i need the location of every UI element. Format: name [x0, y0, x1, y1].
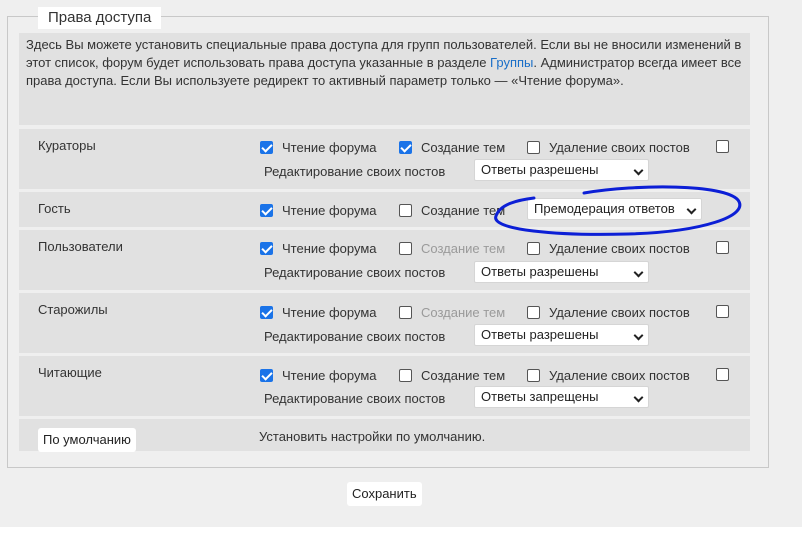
extra-checkbox[interactable]	[716, 241, 729, 254]
create-topics-option[interactable]: Создание тем	[399, 368, 505, 383]
create-topics-label: Создание тем	[421, 140, 506, 155]
create-topics-label: Создание тем	[421, 203, 506, 218]
read-forum-checkbox[interactable]	[260, 306, 273, 319]
delete-posts-label: Удаление своих постов	[549, 140, 690, 155]
create-topics-checkbox[interactable]	[399, 369, 412, 382]
chevron-down-icon	[633, 165, 644, 176]
read-forum-label: Чтение форума	[282, 140, 377, 155]
extra-option[interactable]	[716, 305, 738, 318]
group-row-veterans: Старожилы Чтение форума Создание тем Уда…	[19, 293, 750, 353]
group-row-users: Пользователи Чтение форума Создание тем …	[19, 230, 750, 290]
save-button[interactable]: Сохранить	[347, 482, 422, 506]
delete-posts-option[interactable]: Удаление своих постов	[527, 305, 690, 320]
default-button[interactable]: По умолчанию	[38, 428, 136, 452]
create-topics-option[interactable]: Создание тем	[399, 203, 505, 218]
delete-posts-label: Удаление своих постов	[549, 241, 690, 256]
extra-option[interactable]	[716, 241, 738, 254]
read-forum-checkbox[interactable]	[260, 204, 273, 217]
chevron-down-icon	[686, 204, 697, 215]
edit-posts-value: Ответы разрешены	[481, 264, 599, 279]
chevron-down-icon	[633, 392, 644, 403]
guest-moderation-value: Премодерация ответов	[534, 201, 675, 216]
guest-moderation-select[interactable]: Премодерация ответов	[527, 198, 702, 220]
delete-posts-label: Удаление своих постов	[549, 305, 690, 320]
defaults-text: Установить настройки по умолчанию.	[259, 429, 486, 444]
delete-posts-checkbox[interactable]	[527, 242, 540, 255]
extra-checkbox[interactable]	[716, 140, 729, 153]
group-row-curators: Кураторы Чтение форума Создание тем Удал…	[19, 129, 750, 189]
read-forum-label: Чтение форума	[282, 203, 377, 218]
edit-posts-select[interactable]: Ответы разрешены	[474, 324, 649, 346]
create-topics-checkbox[interactable]	[399, 204, 412, 217]
read-forum-checkbox[interactable]	[260, 242, 273, 255]
create-topics-checkbox[interactable]	[399, 306, 412, 319]
read-forum-option[interactable]: Чтение форума	[260, 203, 377, 218]
group-name: Гость	[38, 201, 71, 216]
access-notice: Здесь Вы можете установить специальные п…	[19, 33, 750, 125]
extra-checkbox[interactable]	[716, 305, 729, 318]
edit-posts-label: Редактирование своих постов	[264, 265, 446, 280]
edit-posts-label: Редактирование своих постов	[264, 164, 446, 179]
chevron-down-icon	[633, 330, 644, 341]
delete-posts-option[interactable]: Удаление своих постов	[527, 140, 690, 155]
edit-posts-select[interactable]: Ответы разрешены	[474, 159, 649, 181]
create-topics-checkbox[interactable]	[399, 242, 412, 255]
read-forum-checkbox[interactable]	[260, 369, 273, 382]
fieldset-legend: Права доступа	[38, 7, 162, 29]
read-forum-label: Чтение форума	[282, 241, 377, 256]
page-bottom-strip	[0, 527, 802, 536]
group-name: Пользователи	[38, 239, 123, 254]
edit-posts-select[interactable]: Ответы разрешены	[474, 261, 649, 283]
extra-option[interactable]	[716, 140, 738, 153]
read-forum-label: Чтение форума	[282, 305, 377, 320]
groups-link[interactable]: Группы	[490, 55, 533, 70]
delete-posts-option[interactable]: Удаление своих постов	[527, 368, 690, 383]
defaults-row: По умолчанию Установить настройки по умо…	[19, 419, 750, 452]
group-name: Старожилы	[38, 302, 108, 317]
group-row-guest: Гость Чтение форума Создание тем Премоде…	[19, 192, 750, 227]
create-topics-label: Создание тем	[421, 368, 506, 383]
extra-checkbox[interactable]	[716, 368, 729, 381]
group-name: Читающие	[38, 365, 102, 380]
read-forum-option[interactable]: Чтение форума	[260, 241, 377, 256]
group-row-readers: Читающие Чтение форума Создание тем Удал…	[19, 356, 750, 416]
extra-option[interactable]	[716, 368, 738, 381]
delete-posts-option[interactable]: Удаление своих постов	[527, 241, 690, 256]
read-forum-option[interactable]: Чтение форума	[260, 368, 377, 383]
delete-posts-checkbox[interactable]	[527, 141, 540, 154]
create-topics-option[interactable]: Создание тем	[399, 241, 505, 256]
create-topics-label: Создание тем	[421, 305, 506, 320]
create-topics-label: Создание тем	[421, 241, 506, 256]
edit-posts-value: Ответы разрешены	[481, 162, 599, 177]
chevron-down-icon	[633, 267, 644, 278]
create-topics-option[interactable]: Создание тем	[399, 305, 505, 320]
delete-posts-checkbox[interactable]	[527, 369, 540, 382]
edit-posts-label: Редактирование своих постов	[264, 391, 446, 406]
delete-posts-label: Удаление своих постов	[549, 368, 690, 383]
edit-posts-value: Ответы разрешены	[481, 327, 599, 342]
edit-posts-label: Редактирование своих постов	[264, 329, 446, 344]
group-name: Кураторы	[38, 138, 96, 153]
create-topics-option[interactable]: Создание тем	[399, 140, 505, 155]
read-forum-option[interactable]: Чтение форума	[260, 140, 377, 155]
read-forum-checkbox[interactable]	[260, 141, 273, 154]
read-forum-label: Чтение форума	[282, 368, 377, 383]
create-topics-checkbox[interactable]	[399, 141, 412, 154]
edit-posts-value: Ответы запрещены	[481, 389, 599, 404]
read-forum-option[interactable]: Чтение форума	[260, 305, 377, 320]
delete-posts-checkbox[interactable]	[527, 306, 540, 319]
edit-posts-select[interactable]: Ответы запрещены	[474, 386, 649, 408]
